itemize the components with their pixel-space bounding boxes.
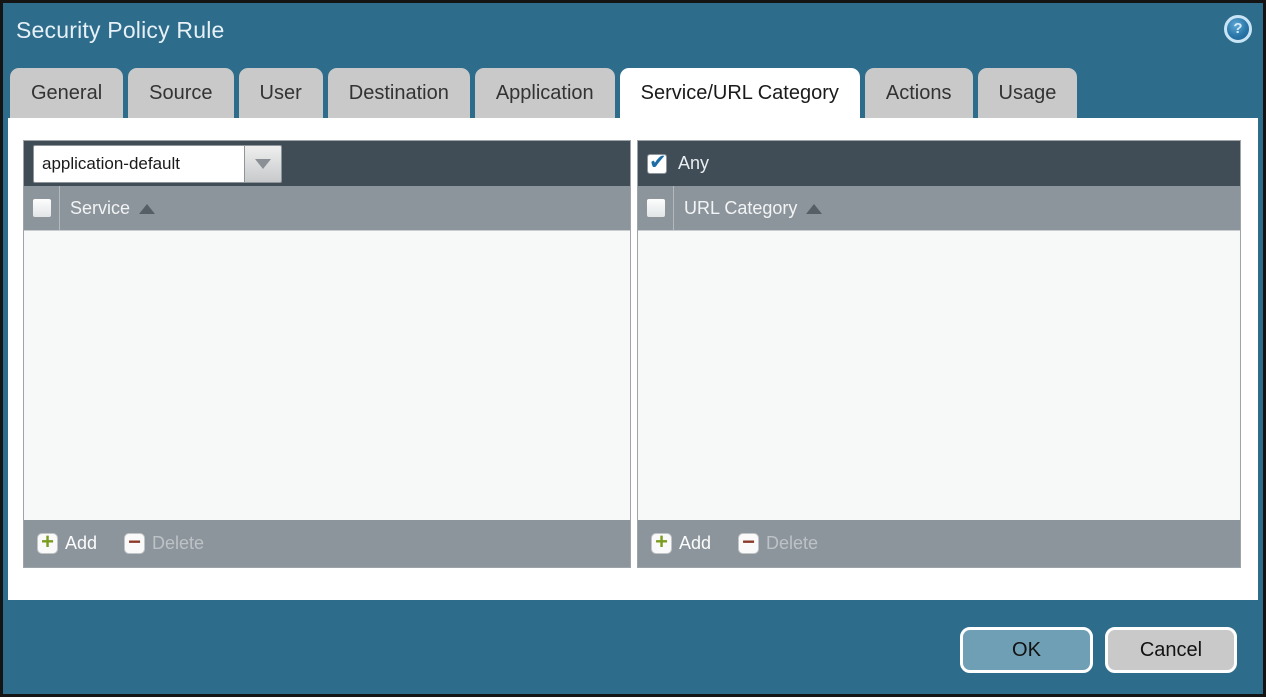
sort-ascending-icon	[806, 204, 822, 214]
service-grid-header: ✔ Service	[24, 186, 630, 231]
help-icon[interactable]: ?	[1224, 15, 1252, 43]
service-type-input[interactable]	[33, 145, 245, 183]
service-toolbar	[24, 141, 630, 186]
security-policy-rule-dialog: Security Policy Rule ? General Source Us…	[0, 0, 1266, 697]
cancel-button[interactable]: Cancel	[1105, 627, 1237, 673]
service-delete-label: Delete	[152, 533, 204, 554]
any-checkbox[interactable]: ✔	[647, 154, 667, 174]
url-category-column-label: URL Category	[684, 198, 797, 219]
service-add-button[interactable]: + Add	[37, 533, 97, 554]
delete-icon: −	[124, 533, 145, 554]
service-delete-button[interactable]: − Delete	[124, 533, 204, 554]
tab-application[interactable]: Application	[475, 68, 615, 118]
service-type-dropdown-button[interactable]	[245, 145, 282, 183]
service-column-label: Service	[70, 198, 130, 219]
service-list	[24, 231, 630, 520]
sort-ascending-icon	[139, 204, 155, 214]
tab-usage[interactable]: Usage	[978, 68, 1078, 118]
url-category-column-header[interactable]: URL Category	[684, 198, 822, 219]
url-category-delete-label: Delete	[766, 533, 818, 554]
url-category-grid-header: ✔ URL Category	[638, 186, 1240, 231]
service-column-header[interactable]: Service	[70, 198, 155, 219]
tab-user[interactable]: User	[239, 68, 323, 118]
chevron-down-icon	[255, 159, 271, 169]
ok-button[interactable]: OK	[960, 627, 1093, 673]
url-category-add-button[interactable]: + Add	[651, 533, 711, 554]
url-category-select-all-checkbox[interactable]: ✔	[646, 198, 666, 218]
tab-actions[interactable]: Actions	[865, 68, 973, 118]
url-category-select-all-cell: ✔	[638, 186, 674, 230]
url-category-delete-button[interactable]: − Delete	[738, 533, 818, 554]
tab-general[interactable]: General	[10, 68, 123, 118]
url-category-list	[638, 231, 1240, 520]
service-select-all-checkbox[interactable]: ✔	[32, 198, 52, 218]
add-icon: +	[37, 533, 58, 554]
service-type-dropdown	[33, 145, 282, 183]
service-add-label: Add	[65, 533, 97, 554]
url-category-footer: + Add − Delete	[638, 520, 1240, 567]
url-category-add-label: Add	[679, 533, 711, 554]
service-select-all-cell: ✔	[24, 186, 60, 230]
any-label: Any	[678, 153, 709, 174]
tab-source[interactable]: Source	[128, 68, 233, 118]
tab-destination[interactable]: Destination	[328, 68, 470, 118]
dialog-title: Security Policy Rule	[16, 17, 225, 44]
service-footer: + Add − Delete	[24, 520, 630, 567]
tab-service-url-category[interactable]: Service/URL Category	[620, 68, 860, 118]
add-icon: +	[651, 533, 672, 554]
tab-bar: General Source User Destination Applicat…	[10, 68, 1077, 118]
url-category-panel: ✔ Any ✔ URL Category + Add − Delete	[637, 140, 1241, 568]
url-category-toolbar: ✔ Any	[638, 141, 1240, 186]
service-panel: ✔ Service + Add − Delete	[23, 140, 631, 568]
delete-icon: −	[738, 533, 759, 554]
